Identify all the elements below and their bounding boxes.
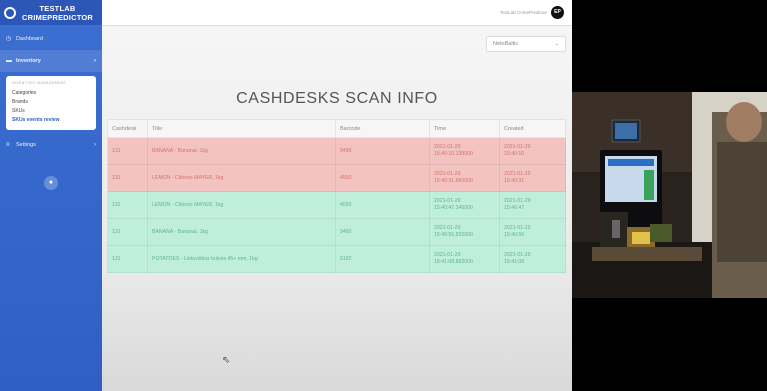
mouse-cursor-icon: ⇖ [222,355,231,366]
inventory-icon: ▬ [6,58,12,64]
table-row[interactable]: 131 BANANA - Bananai, 1kg 9495 2021-01-2… [107,218,566,246]
cell-created: 2021-01-29 15:40:31 [499,164,566,192]
topbar: TestLab CrimePredictor EP [102,0,572,26]
cell-title: BANANA - Bananai, 1kg [147,218,336,246]
sidebar-item-settings[interactable]: ≡ Settings › [0,134,102,156]
time-date: 2021-01-29 [434,198,461,204]
collapse-icon: ● [48,179,54,186]
time-clock: 15:40:10.139000 [434,151,473,157]
cell-barcode: 4550 [335,164,430,192]
table-row[interactable]: 131 LEMON - Citrinos MAYER, 1kg 4550 202… [107,191,566,219]
column-header-cashdesk[interactable]: Cashdesk [107,119,148,138]
table-header-row: Cashdesk Title Barcode Time Created [107,119,566,138]
column-header-time[interactable]: Time [429,119,500,138]
sidebar-item-label: Inventory [16,58,41,64]
user-name[interactable]: TestLab CrimePredictor [500,10,547,15]
sidebar-item-label: Settings [16,142,36,148]
created-clock: 15:40:56 [504,232,525,238]
cell-title: POTATOES - Lietuviškos bulvės 45+ mm, 1k… [147,245,336,273]
page-title: CASHDESKS SCAN INFO [236,90,438,107]
cell-time: 2021-01-29 15:40:47.346000 [429,191,500,219]
submenu-link-skus[interactable]: SKUs [12,107,90,116]
sidebar: TESTLAB CRIMEPREDICTOR ◷ Dashboard ▬ Inv… [0,0,102,391]
brand-line-1: TESTLAB [39,3,76,13]
cell-barcode: 9495 [335,137,430,165]
cell-title: BANANA - Bananai, 1kg [147,137,336,165]
submenu-link-categories[interactable]: Categories [12,89,90,98]
chevron-right-icon: › [94,58,96,64]
sidebar-item-dashboard[interactable]: ◷ Dashboard [0,28,102,50]
cell-time: 2021-01-29 15:40:56.832000 [429,218,500,246]
cell-cashdesk: 131 [107,218,148,246]
time-date: 2021-01-29 [434,225,461,231]
settings-icon: ≡ [6,142,10,148]
time-date: 2021-01-29 [434,252,461,258]
brand-name: TESTLAB CRIMEPREDICTOR [22,4,93,22]
inventory-submenu: INVENTORY MANAGEMENT Categories Brands S… [6,76,96,130]
table-row[interactable]: 131 POTATOES - Lietuviškos bulvės 45+ mm… [107,245,566,273]
submenu-link-skus-events-review[interactable]: SKUs events review [12,116,90,125]
dashboard-icon: ◷ [6,36,12,42]
store-select[interactable]: NetoBaltic ⌄ [486,36,566,52]
sidebar-item-inventory[interactable]: ▬ Inventory › [0,50,102,72]
cell-time: 2021-01-29 15:40:10.139000 [429,137,500,165]
time-date: 2021-01-29 [434,171,461,177]
checkout-camera-feed [572,92,767,298]
store-select-value: NetoBaltic [493,41,519,47]
brand-header[interactable]: TESTLAB CRIMEPREDICTOR [0,0,102,26]
cell-created: 2021-01-29 15:40:56 [499,218,566,246]
time-clock: 15:40:47.346000 [434,205,473,211]
sidebar-collapse-button[interactable]: ● [44,176,58,190]
time-clock: 15:41:08.892000 [434,259,473,265]
cell-barcode: 9495 [335,218,430,246]
created-clock: 15:41:08 [504,259,525,265]
table-row[interactable]: 131 BANANA - Bananai, 1kg 9495 2021-01-2… [107,137,566,165]
sidebar-item-label: Dashboard [16,36,43,42]
created-clock: 15:40:47 [504,205,525,211]
column-header-barcode[interactable]: Barcode [335,119,430,138]
logo-icon [4,6,16,19]
cell-time: 2021-01-29 15:40:31.660000 [429,164,500,192]
submenu-heading: INVENTORY MANAGEMENT [12,81,67,85]
created-date: 2021-01-29 [504,252,531,258]
time-date: 2021-01-29 [434,144,461,150]
main-content: TestLab CrimePredictor EP NetoBaltic ⌄ C… [102,0,572,391]
cell-barcode: 4550 [335,191,430,219]
cell-title: LEMON - Citrinos MAYER, 1kg [147,191,336,219]
cell-created: 2021-01-29 15:41:08 [499,245,566,273]
cell-time: 2021-01-29 15:41:08.892000 [429,245,500,273]
time-clock: 15:40:31.660000 [434,178,473,184]
chevron-down-icon: ⌄ [554,41,559,47]
column-header-created[interactable]: Created [499,119,566,138]
cell-created: 2021-01-29 15:40:47 [499,191,566,219]
created-date: 2021-01-29 [504,171,531,177]
created-date: 2021-01-29 [504,225,531,231]
time-clock: 15:40:56.832000 [434,232,473,238]
avatar[interactable]: EP [551,6,564,19]
cell-cashdesk: 131 [107,245,148,273]
created-date: 2021-01-29 [504,144,531,150]
scan-table: Cashdesk Title Barcode Time Created 131 … [107,119,566,273]
brand-line-2: CRIMEPREDICTOR [22,12,93,22]
created-clock: 15:40:31 [504,178,525,184]
cell-cashdesk: 131 [107,164,148,192]
column-header-title[interactable]: Title [147,119,336,138]
camera-frame [572,92,767,298]
created-date: 2021-01-29 [504,198,531,204]
screen: TESTLAB CRIMEPREDICTOR ◷ Dashboard ▬ Inv… [0,0,767,391]
chevron-right-icon: › [94,142,96,148]
cell-cashdesk: 131 [107,191,148,219]
submenu-link-brands[interactable]: Brands [12,98,90,107]
table-row[interactable]: 131 LEMON - Citrinos MAYER, 1kg 4550 202… [107,164,566,192]
cell-barcode: 5182 [335,245,430,273]
cell-title: LEMON - Citrinos MAYER, 1kg [147,164,336,192]
cell-cashdesk: 131 [107,137,148,165]
cell-created: 2021-01-29 15:40:10 [499,137,566,165]
created-clock: 15:40:10 [504,151,525,157]
